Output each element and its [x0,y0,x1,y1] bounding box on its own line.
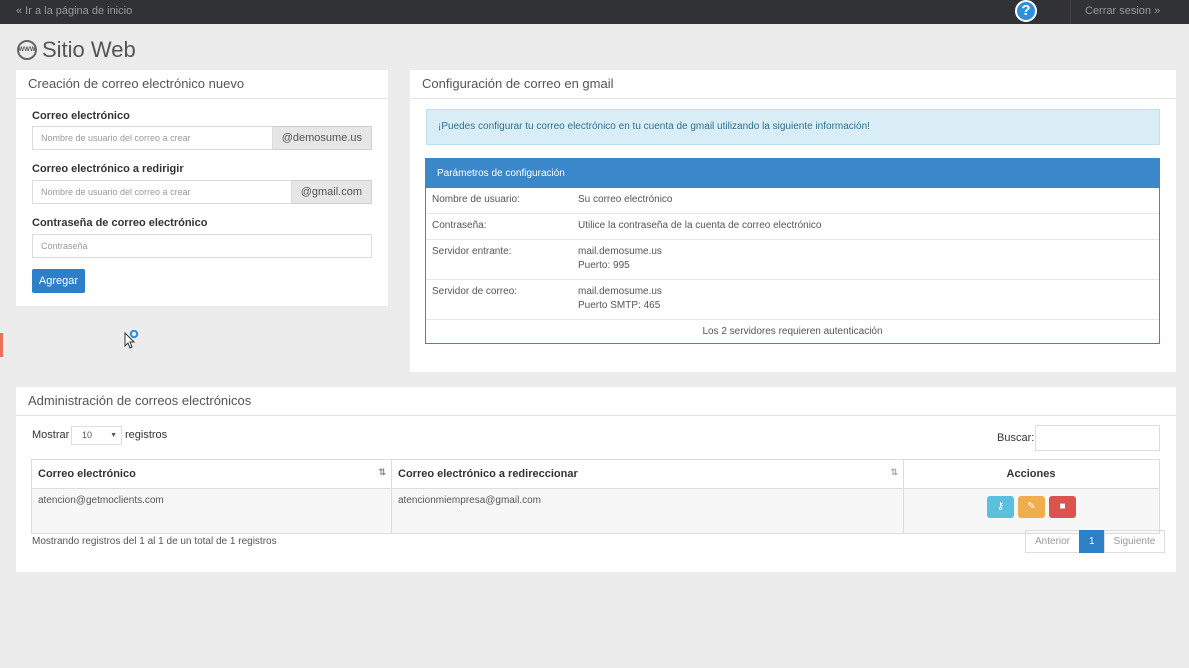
info-alert: ¡Puedes configurar tu correo electrónico… [426,109,1160,145]
panel-title: Configuración de correo en gmail [410,70,1176,99]
edit-icon[interactable]: ✎ [1018,496,1045,518]
page-size-value: 10 [82,430,93,440]
config-row: Servidor entrante: mail.demosume.us Puer… [426,240,1159,280]
search-input[interactable] [1035,425,1160,451]
panel-title: Creación de correo electrónico nuevo [16,70,388,99]
show-label: Mostrar [32,429,70,441]
top-bar: « Ir a la página de inicio ? Cerrar sesi… [0,0,1189,24]
prev-page-button[interactable]: Anterior [1025,530,1081,553]
config-key: Servidor de correo: [432,286,518,297]
records-label: registros [125,429,168,441]
config-value: Su correo electrónico [578,194,673,205]
new-email-panel: Creación de correo electrónico nuevo Cor… [16,70,388,306]
config-key: Nombre de usuario: [432,194,520,205]
gmail-config-panel: Configuración de correo en gmail ¡Puedes… [410,70,1176,372]
next-page-button[interactable]: Siguiente [1103,530,1166,553]
config-row: Contraseña: Utilice la contraseña de la … [426,214,1159,240]
emails-table: Correo electrónico ⇅ Correo electrónico … [31,459,1160,534]
column-label: Correo electrónico [38,468,136,480]
page-title: Sitio Web [42,37,136,62]
left-edge-marker [0,333,3,357]
sort-icon: ⇅ [378,467,386,477]
config-params-title: Parámetros de configuración [426,159,1159,188]
email-admin-panel: Administración de correos electrónicos M… [16,387,1176,572]
password-input-group: Contraseña [32,234,372,258]
search-label: Buscar: [997,432,1035,444]
redirect-domain-addon: @gmail.com [291,180,372,204]
config-params-box: Parámetros de configuración Nombre de us… [425,158,1160,344]
password-label: Contraseña de correo electrónico [32,217,208,229]
email-label: Correo electrónico [32,110,130,122]
email-input[interactable]: Nombre de usuario del correo a crear [32,126,273,150]
column-label: Correo electrónico a redireccionar [398,468,578,480]
page-header: WWW Sitio Web [17,37,136,63]
chevron-down-icon: ▼ [110,432,117,439]
config-value: mail.demosume.us [578,246,662,257]
panel-title: Administración de correos electrónicos [16,387,1176,416]
logout-link[interactable]: Cerrar sesion » [1085,5,1160,17]
pagination: Anterior 1 Siguiente [1025,530,1166,553]
key-icon[interactable]: ⚷ [987,496,1014,518]
redirect-label: Correo electrónico a redirigir [32,163,184,175]
redirect-input[interactable]: Nombre de usuario del correo a crear [32,180,292,204]
home-link[interactable]: « Ir a la página de inicio [16,5,132,17]
config-key: Servidor entrante: [432,246,512,257]
help-icon[interactable]: ? [1015,0,1037,22]
config-key: Contraseña: [432,220,487,231]
config-row: Servidor de correo: mail.demosume.us Pue… [426,280,1159,320]
config-footer: Los 2 servidores requieren autenticación [702,326,883,337]
config-value: mail.demosume.us [578,286,662,297]
table-info: Mostrando registros del 1 al 1 de un tot… [32,536,277,547]
page-size-select[interactable]: 10 ▼ [71,426,122,445]
column-header-actions: Acciones [903,459,1160,489]
email-domain-addon: @demosume.us [272,126,372,150]
loading-cursor-icon [124,330,139,349]
topbar-divider [1070,0,1071,24]
page-1-button[interactable]: 1 [1079,530,1105,553]
sort-icon: ⇅ [890,467,898,477]
config-row: Nombre de usuario: Su correo electrónico [426,188,1159,214]
cell-actions: ⚷ ✎ ■ [903,488,1160,534]
column-header-redirect[interactable]: Correo electrónico a redireccionar ⇅ [391,459,904,489]
email-input-group: Nombre de usuario del correo a crear @de… [32,126,372,150]
password-input[interactable]: Contraseña [32,234,372,258]
redirect-input-group: Nombre de usuario del correo a crear @gm… [32,180,372,204]
www-globe-icon: WWW [17,40,37,60]
column-label: Acciones [1006,468,1056,480]
config-value-port: Puerto: 995 [578,260,630,271]
cell-email: atencion@getmoclients.com [31,488,392,534]
add-button[interactable]: Agregar [32,269,85,293]
cell-redirect: atencionmiempresa@gmail.com [391,488,904,534]
column-header-email[interactable]: Correo electrónico ⇅ [31,459,392,489]
trash-icon[interactable]: ■ [1049,496,1076,518]
table-row: atencion@getmoclients.com atencionmiempr… [31,488,1160,534]
config-value: Utilice la contraseña de la cuenta de co… [578,220,822,231]
config-value-port: Puerto SMTP: 465 [578,300,661,311]
